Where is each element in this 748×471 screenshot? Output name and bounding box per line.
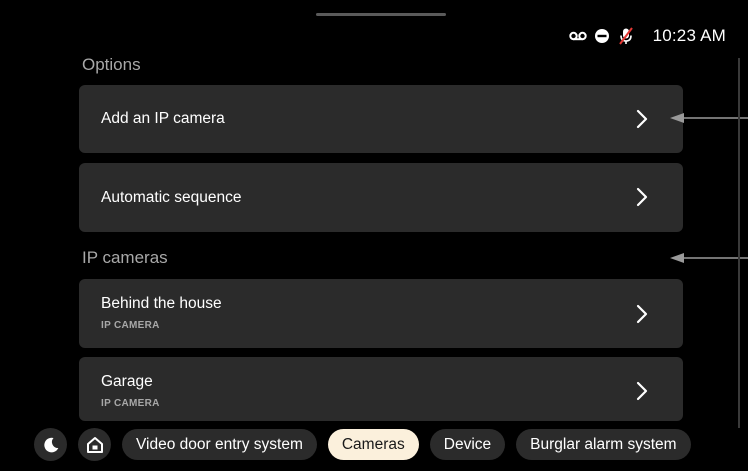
add-ip-camera-item[interactable]: Add an IP camera — [79, 85, 683, 153]
scrollbar[interactable] — [738, 58, 740, 428]
tab-video-door-entry-system[interactable]: Video door entry system — [122, 429, 317, 460]
section-title-ip-cameras: IP cameras — [82, 248, 168, 267]
pull-down-handle[interactable] — [316, 13, 446, 16]
night-mode-button[interactable] — [34, 428, 67, 461]
home-button[interactable] — [78, 428, 111, 461]
bottom-navigation: Video door entry system Cameras Device B… — [34, 428, 691, 461]
home-icon — [86, 436, 103, 453]
section-title-options: Options — [82, 55, 141, 74]
camera-name: Garage — [101, 373, 153, 390]
mic-muted-icon — [617, 27, 635, 45]
chevron-right-icon — [636, 109, 648, 129]
camera-item-garage[interactable]: Garage IP CAMERA — [79, 357, 683, 421]
tab-device[interactable]: Device — [429, 429, 506, 460]
automatic-sequence-item[interactable]: Automatic sequence — [79, 163, 683, 232]
status-bar: 10:23 AM — [568, 25, 726, 47]
camera-type: IP CAMERA — [101, 398, 160, 409]
camera-type: IP CAMERA — [101, 320, 160, 331]
camera-item-behind-the-house[interactable]: Behind the house IP CAMERA — [79, 279, 683, 348]
tab-burglar-alarm-system[interactable]: Burglar alarm system — [516, 429, 691, 460]
chevron-right-icon — [636, 381, 648, 401]
screen: 10:23 AM Options Add an IP camera Automa… — [0, 0, 748, 471]
voicemail-icon — [568, 27, 587, 45]
tab-cameras[interactable]: Cameras — [327, 429, 419, 460]
chevron-right-icon — [636, 304, 648, 324]
moon-icon — [43, 437, 58, 452]
pointer-arrow-icon — [670, 253, 748, 263]
camera-name: Behind the house — [101, 295, 222, 312]
status-time: 10:23 AM — [652, 26, 726, 45]
chevron-right-icon — [636, 187, 648, 207]
pointer-arrow-icon — [670, 113, 748, 123]
automatic-sequence-label: Automatic sequence — [101, 189, 242, 206]
add-ip-camera-label: Add an IP camera — [101, 110, 225, 127]
do-not-disturb-icon — [593, 27, 611, 45]
